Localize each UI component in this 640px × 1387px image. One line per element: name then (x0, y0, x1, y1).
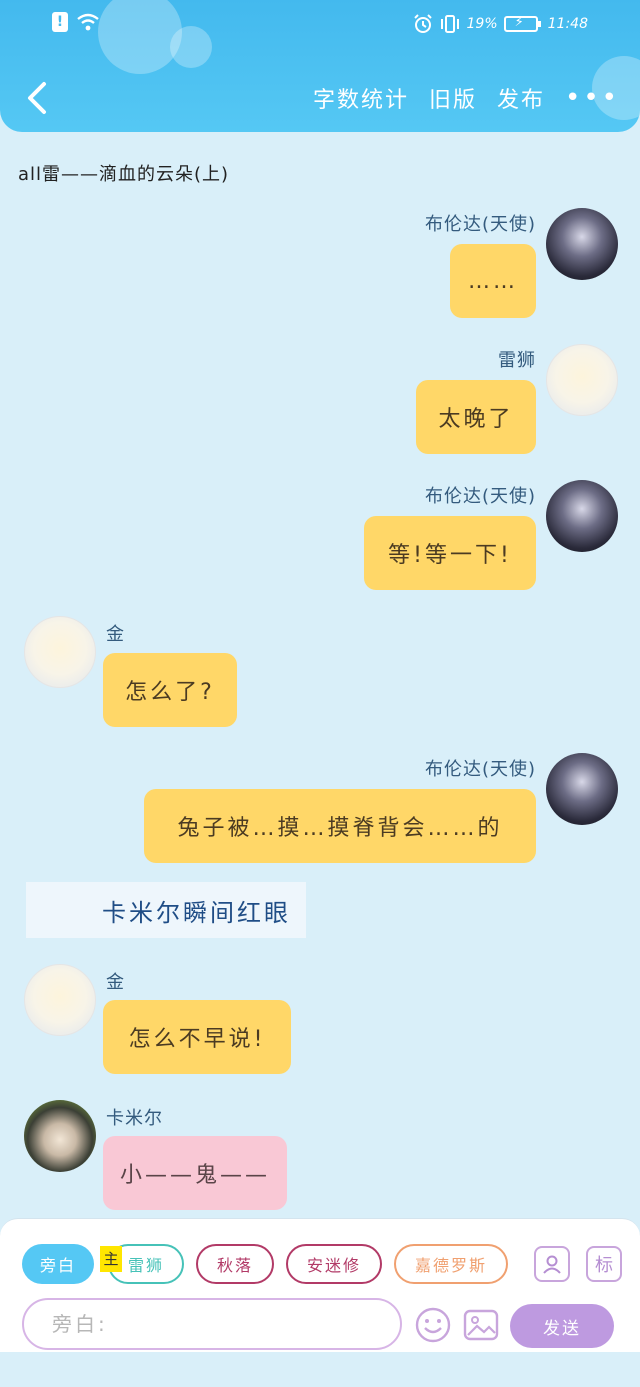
header-actions: 字数统计 旧版 发布 ••• (313, 82, 620, 114)
notification-icon: ! (52, 12, 68, 32)
avatar[interactable] (546, 208, 618, 280)
add-role-button[interactable] (534, 1246, 570, 1282)
sender-name: 金 (106, 972, 125, 993)
story-title: all雷——滴血的云朵(上) (18, 164, 230, 185)
role-chip-qiuluo[interactable]: 秋落 (196, 1244, 274, 1284)
status-bar: ! 19% ⚡ 11:48 (0, 0, 640, 50)
emoji-icon[interactable] (414, 1306, 452, 1344)
person-icon (543, 1255, 561, 1274)
narration-line[interactable]: 卡米尔瞬间红眼 (26, 882, 306, 938)
sender-name: 雷狮 (498, 350, 536, 371)
sender-name: 布伦达(天使) (424, 214, 536, 235)
sender-name: 布伦达(天使) (424, 759, 536, 780)
old-version-button[interactable]: 旧版 (429, 82, 477, 114)
tag-button[interactable]: 标 (586, 1246, 622, 1282)
role-chip-anmixiu[interactable]: 安迷修 (286, 1244, 382, 1284)
message-input[interactable] (22, 1298, 402, 1350)
message-bubble[interactable]: 怎么不早说! (103, 1000, 291, 1074)
avatar[interactable] (546, 480, 618, 552)
battery-percent: 19% (466, 16, 498, 32)
send-button[interactable]: 发送 (510, 1304, 614, 1348)
message-bubble[interactable]: …… (450, 244, 536, 318)
message-bubble[interactable]: 等!等一下! (364, 516, 536, 590)
avatar[interactable] (546, 344, 618, 416)
host-tag: 主 (100, 1246, 122, 1272)
avatar[interactable] (24, 1100, 96, 1172)
avatar[interactable] (24, 964, 96, 1036)
vibrate-icon (440, 15, 459, 33)
wifi-icon (77, 13, 99, 31)
message-bubble[interactable]: 兔子被…摸…摸脊背会……的 (144, 789, 536, 863)
publish-button[interactable]: 发布 (497, 82, 545, 114)
role-chip-jiadeluosi[interactable]: 嘉德罗斯 (394, 1244, 508, 1284)
role-chip-narrator[interactable]: 旁白 (22, 1244, 94, 1284)
alarm-icon (413, 14, 432, 33)
back-icon[interactable] (22, 78, 52, 118)
message-bubble[interactable]: 怎么了? (103, 653, 237, 727)
word-count-button[interactable]: 字数统计 (313, 82, 409, 114)
clock: 11:48 (547, 16, 588, 32)
avatar[interactable] (546, 753, 618, 825)
top-bar: ! 19% ⚡ 11:48 字数统计 旧版 发布 ••• (0, 0, 640, 132)
avatar[interactable] (24, 616, 96, 688)
bottom-strip (0, 1352, 640, 1387)
image-icon[interactable] (462, 1306, 500, 1344)
sender-name: 金 (106, 624, 125, 645)
battery-icon: ⚡ (503, 15, 541, 32)
sender-name: 卡米尔 (106, 1108, 163, 1129)
sender-name: 布伦达(天使) (424, 486, 536, 507)
more-icon[interactable]: ••• (565, 85, 620, 111)
message-bubble[interactable]: 小——鬼—— (103, 1136, 287, 1210)
message-bubble[interactable]: 太晚了 (416, 380, 536, 454)
